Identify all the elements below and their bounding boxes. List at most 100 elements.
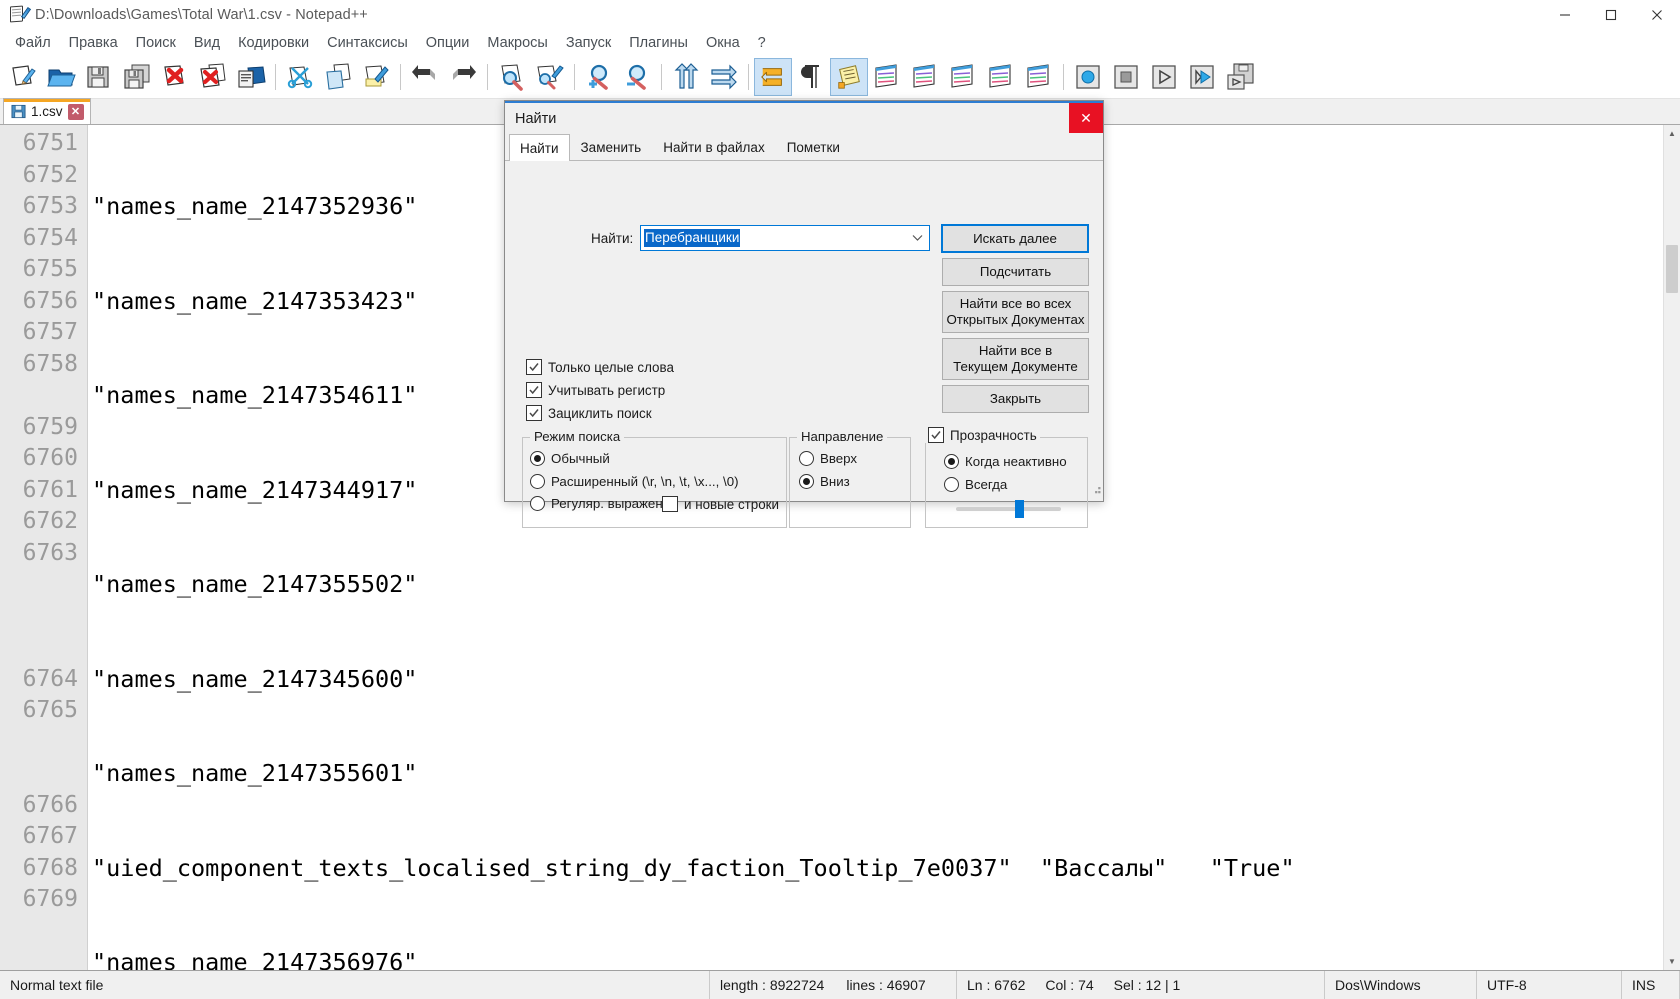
show-all-characters-icon[interactable] (792, 58, 830, 96)
find-all-in-current-document-button[interactable]: Найти все в Текущем Документе (942, 338, 1089, 380)
save-icon[interactable] (80, 58, 118, 96)
word-wrap-icon[interactable] (754, 58, 792, 96)
collapse-level-1-icon[interactable] (906, 58, 944, 96)
tab-1-csv[interactable]: 1.csv ✕ (3, 98, 91, 124)
minimize-button[interactable] (1542, 0, 1588, 30)
find-input-value: Перебранщики (644, 229, 741, 247)
direction-group-title: Направление (797, 429, 888, 444)
menu-view[interactable]: Вид (185, 31, 229, 55)
wrap-around-checkbox[interactable]: Зациклить поиск (526, 405, 652, 421)
dot-matches-newline-checkbox[interactable]: и новые строки (662, 496, 779, 512)
direction-down-radio[interactable]: Вниз (799, 474, 850, 489)
code-line: "names_name_2147355502" (92, 570, 418, 598)
paste-icon[interactable] (357, 58, 395, 96)
menu-run[interactable]: Запуск (557, 31, 620, 55)
status-ln: Ln : 6762 (967, 977, 1026, 993)
save-macro-icon[interactable] (1221, 58, 1259, 96)
vertical-scrollbar[interactable]: ▲ ▼ (1663, 125, 1680, 970)
transparency-on-losing-focus-radio[interactable]: Когда неактивно (944, 454, 1067, 469)
menu-language[interactable]: Синтаксисы (318, 31, 417, 55)
find-input[interactable]: Перебранщики (640, 225, 930, 251)
close-icon[interactable]: ✕ (67, 103, 84, 120)
find-next-button[interactable]: Искать далее (941, 224, 1089, 253)
user-defined-dialog-icon[interactable] (868, 58, 906, 96)
line-number: 6766 (22, 791, 78, 818)
dialog-tab-replace[interactable]: Заменить (570, 134, 653, 160)
find-dialog-title: Найти (515, 110, 557, 127)
find-dialog[interactable]: Найти ✕ Найти Заменить Найти в файлах По… (504, 100, 1104, 528)
find-dialog-body: Найти: Перебранщики Искать далее Подсчит… (505, 161, 1103, 528)
line-number: 6757 (22, 319, 78, 345)
slider-knob[interactable] (1014, 500, 1024, 518)
transparency-checkbox[interactable]: Прозрачность (925, 427, 1040, 443)
find-dialog-title-bar[interactable]: Найти ✕ (505, 101, 1103, 134)
find-icon[interactable] (493, 58, 531, 96)
menu-help[interactable]: ? (749, 31, 775, 55)
play-macro-icon[interactable] (1145, 58, 1183, 96)
count-button[interactable]: Подсчитать (942, 258, 1089, 286)
close-all-files-icon[interactable] (194, 58, 232, 96)
sync-horizontal-scrolling-icon[interactable] (705, 58, 743, 96)
cut-icon[interactable] (281, 58, 319, 96)
scroll-up-icon[interactable]: ▲ (1664, 125, 1680, 142)
transparency-always-radio[interactable]: Всегда (944, 477, 1007, 492)
dialog-tab-find-in-files[interactable]: Найти в файлах (652, 134, 776, 160)
line-number-wrap-filler (0, 727, 78, 759)
print-icon[interactable] (232, 58, 270, 96)
menu-search[interactable]: Поиск (127, 31, 185, 55)
find-all-all-docs-line1: Найти все во всех (959, 296, 1072, 311)
menu-settings[interactable]: Опции (417, 31, 479, 55)
maximize-button[interactable] (1588, 0, 1634, 30)
scrollbar-thumb[interactable] (1666, 245, 1678, 293)
undo-icon[interactable] (406, 58, 444, 96)
resize-grip-icon[interactable]: ▪ ▪▪ (1087, 484, 1101, 500)
menu-encoding[interactable]: Кодировки (229, 31, 318, 55)
new-file-icon[interactable] (4, 58, 42, 96)
chevron-down-icon[interactable] (912, 226, 923, 250)
scroll-down-icon[interactable]: ▼ (1664, 953, 1680, 970)
radio-box (530, 474, 545, 489)
whole-word-checkbox[interactable]: Только целые слова (526, 359, 674, 375)
menu-plugins[interactable]: Плагины (620, 31, 697, 55)
run-macro-multiple-icon[interactable] (1183, 58, 1221, 96)
collapse-level-4-icon[interactable] (1020, 58, 1058, 96)
copy-icon[interactable] (319, 58, 357, 96)
menu-file[interactable]: Файл (6, 31, 60, 55)
direction-up-radio[interactable]: Вверх (799, 451, 857, 466)
find-all-in-all-documents-button[interactable]: Найти все во всех Открытых Документах (942, 291, 1089, 333)
line-number: 6756 (22, 287, 78, 314)
menu-window[interactable]: Окна (697, 31, 749, 55)
collapse-level-3-icon[interactable] (982, 58, 1020, 96)
stop-macro-icon[interactable] (1107, 58, 1145, 96)
record-macro-icon[interactable] (1069, 58, 1107, 96)
zoom-out-icon[interactable] (618, 58, 656, 96)
close-window-button[interactable] (1634, 0, 1680, 30)
redo-icon[interactable] (444, 58, 482, 96)
search-mode-normal-radio[interactable]: Обычный (530, 451, 610, 466)
collapse-level-2-icon[interactable] (944, 58, 982, 96)
close-file-icon[interactable] (156, 58, 194, 96)
find-dialog-close-icon[interactable]: ✕ (1069, 103, 1103, 133)
close-button[interactable]: Закрыть (942, 385, 1089, 413)
line-number: 6753 (22, 193, 78, 219)
transparency-group: Прозрачность Когда неактивно Всегда (925, 427, 1088, 528)
search-mode-regex-radio[interactable]: Регуляр. выражен. (530, 496, 666, 511)
replace-icon[interactable] (531, 58, 569, 96)
search-mode-extended-radio[interactable]: Расширенный (\r, \n, \t, \x..., \0) (530, 474, 739, 489)
show-indent-guide-icon[interactable] (830, 58, 868, 96)
menu-macro[interactable]: Макросы (478, 31, 556, 55)
match-case-checkbox[interactable]: Учитывать регистр (526, 382, 665, 398)
zoom-in-icon[interactable] (580, 58, 618, 96)
transparency-slider[interactable] (956, 500, 1061, 518)
sync-vertical-scrolling-icon[interactable] (667, 58, 705, 96)
dialog-tab-find[interactable]: Найти (509, 134, 570, 161)
line-number: 6760 (22, 445, 78, 471)
toolbar-separator (275, 64, 276, 90)
tab-label: 1.csv (31, 104, 63, 119)
checkbox-box (662, 496, 678, 512)
open-file-icon[interactable] (42, 58, 80, 96)
menu-edit[interactable]: Правка (60, 31, 127, 55)
transparency-label: Прозрачность (950, 427, 1037, 443)
dialog-tab-mark[interactable]: Пометки (776, 134, 851, 160)
save-all-icon[interactable] (118, 58, 156, 96)
